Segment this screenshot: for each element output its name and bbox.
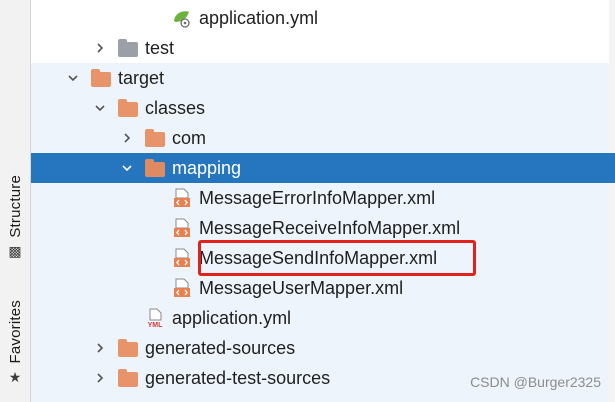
folder-orange-icon [118, 338, 138, 358]
svg-text:YML: YML [148, 322, 164, 328]
tree-item-label: target [118, 68, 165, 88]
left-tool-strip: Structure ▩ Favorites ★ [0, 0, 31, 402]
highlight-box [198, 240, 476, 276]
favorites-tab[interactable]: Favorites ★ [0, 300, 30, 384]
chevron-right-icon[interactable] [92, 33, 108, 63]
tree-item-label: application.yml [199, 8, 319, 28]
structure-tab[interactable]: Structure ▩ [0, 175, 30, 258]
tree-row[interactable]: MessageErrorInfoMapper.xml [31, 183, 615, 213]
tree-row[interactable]: YML application.yml [31, 303, 615, 333]
yml-file-icon: YML [145, 308, 165, 329]
chevron-down-icon[interactable] [65, 63, 81, 93]
xml-file-icon [172, 218, 192, 238]
tree-item-label: test [145, 38, 175, 58]
star-icon: ★ [8, 368, 22, 385]
folder-orange-icon [145, 158, 165, 178]
tree-item-label: MessageUserMapper.xml [199, 278, 404, 298]
tree-item-label: application.yml [172, 308, 292, 328]
structure-tab-label: Structure [6, 175, 24, 238]
folder-orange-icon [145, 128, 165, 148]
tree-row[interactable]: test [31, 33, 615, 63]
tree-row[interactable]: MessageReceiveInfoMapper.xml [31, 213, 615, 243]
spring-config-icon [172, 8, 192, 28]
folder-orange-icon [118, 98, 138, 118]
folder-orange-icon [91, 68, 111, 88]
tree-row[interactable]: target [31, 63, 615, 93]
tree-item-label: generated-sources [145, 338, 296, 358]
tree-item-label: MessageErrorInfoMapper.xml [199, 188, 436, 208]
xml-file-icon [172, 248, 192, 268]
chevron-down-icon[interactable] [119, 153, 135, 183]
watermark: CSDN @Burger2325 [470, 374, 601, 390]
xml-file-icon [172, 278, 192, 298]
xml-file-icon [172, 188, 192, 208]
chevron-right-icon[interactable] [119, 123, 135, 153]
folder-orange-icon [118, 368, 138, 388]
tree-item-label: MessageReceiveInfoMapper.xml [199, 218, 461, 238]
tree-item-label: mapping [172, 158, 242, 178]
tree-row[interactable]: com [31, 123, 615, 153]
tree-item-label: generated-test-sources [145, 368, 331, 388]
chevron-down-icon[interactable] [92, 93, 108, 123]
tree-row[interactable]: application.yml [31, 3, 615, 33]
structure-icon: ▩ [8, 242, 22, 259]
favorites-tab-label: Favorites [6, 300, 24, 364]
chevron-right-icon[interactable] [92, 333, 108, 363]
project-tree: application.yml test target classes com mappi… [31, 0, 615, 402]
tree-item-label: com [172, 128, 207, 148]
tree-row[interactable]: MessageUserMapper.xml [31, 273, 615, 303]
tree-item-label: classes [145, 98, 206, 118]
tree-row[interactable]: generated-sources [31, 333, 615, 363]
tree-row[interactable]: mapping [31, 153, 615, 183]
tree-row[interactable]: classes [31, 93, 615, 123]
folder-gray-icon [118, 38, 138, 58]
chevron-right-icon[interactable] [92, 363, 108, 393]
